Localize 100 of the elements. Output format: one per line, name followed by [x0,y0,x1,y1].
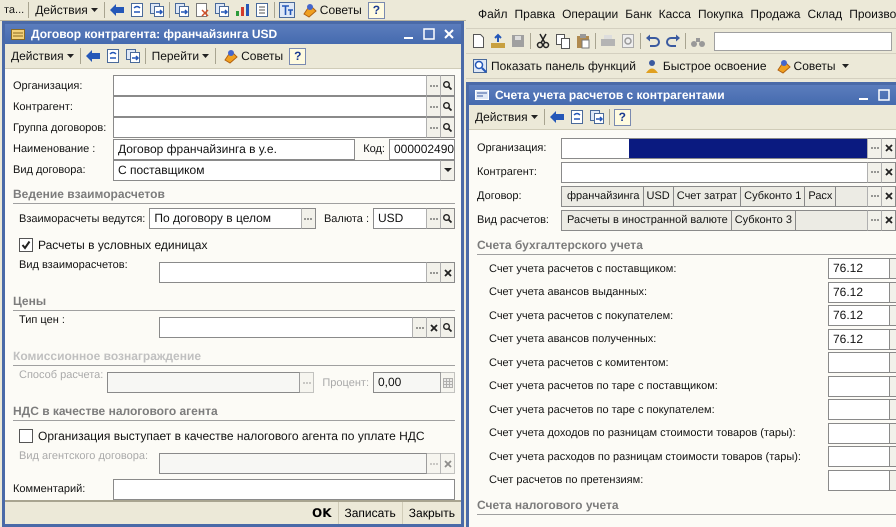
select-button[interactable] [889,446,896,468]
arrow-icon[interactable] [548,109,565,125]
clear-button[interactable] [881,162,896,182]
text-field[interactable] [113,117,427,138]
documents-icon[interactable] [148,2,165,18]
text-field[interactable] [828,422,890,444]
text-field[interactable]: 76.12 [828,305,890,326]
text-field[interactable] [159,453,427,474]
clear-button[interactable] [440,262,455,284]
help-button[interactable]: ? [289,48,306,64]
text-field[interactable] [113,478,455,500]
select-button[interactable] [889,282,896,303]
select-button[interactable] [889,328,896,350]
text-field[interactable]: USD [373,208,427,230]
text-field[interactable] [159,317,413,338]
search-button[interactable] [440,317,455,338]
text-field[interactable]: Расчеты в иностранной валюте Субконто 3 [561,210,868,230]
text-field[interactable]: Договор франчайзинга в у.е. [113,138,356,160]
text-field[interactable] [828,399,890,420]
text-field[interactable]: 76.12 [828,258,890,280]
menu-item[interactable]: Произво [849,7,896,21]
search-button[interactable] [440,117,455,138]
maximize-icon[interactable] [423,28,435,40]
toolbar-button[interactable]: Показать панель функций [470,58,638,74]
document-icon[interactable] [470,33,486,49]
select-button[interactable] [889,376,896,397]
text-field[interactable]: С поставщиком [113,160,441,181]
clipboard-icon[interactable] [575,33,591,49]
document-icon[interactable] [568,109,585,125]
clear-button[interactable] [881,138,896,158]
text-field[interactable]: 76.12 [828,282,890,303]
toolbar-button[interactable]: Советы [772,58,838,74]
text-field[interactable] [561,162,868,182]
checkbox[interactable] [19,428,33,443]
tips-button[interactable]: Советы [220,48,286,64]
clear-button[interactable] [426,317,441,338]
menu-item[interactable]: Продажа [750,7,800,21]
upload-icon[interactable] [490,33,506,49]
undo-icon[interactable] [645,33,661,49]
select-button[interactable] [889,305,896,326]
arrow-icon[interactable] [108,2,125,18]
scissors-icon[interactable] [535,33,551,49]
text-field[interactable]: По договору в целом [149,208,302,230]
text-field[interactable] [159,262,427,284]
copy-icon[interactable] [555,33,571,49]
help-button[interactable]: ? [614,108,631,126]
caret-icon[interactable] [842,64,849,68]
clear-button[interactable] [881,210,896,230]
maximize-icon[interactable] [878,89,890,101]
documents-icon[interactable] [124,48,141,64]
actions-menu[interactable]: Действия [33,3,100,17]
document-icon[interactable] [128,2,145,18]
menu-item[interactable]: Файл [478,7,508,21]
dialog-button[interactable]: OK [306,502,338,524]
text-field[interactable]: 000002490 [389,138,455,160]
search-button[interactable] [440,208,455,230]
preview-icon[interactable] [620,33,636,49]
arrow-icon[interactable] [84,48,101,64]
select-button[interactable] [889,422,896,444]
menu-item[interactable]: Банк [625,7,652,21]
search-field[interactable] [714,32,892,50]
list-icon[interactable] [254,2,270,18]
text-field[interactable] [828,376,890,397]
documents-icon[interactable] [174,2,190,18]
text-field[interactable] [828,446,890,468]
window-tab[interactable]: та... [4,4,24,16]
font-icon[interactable] [278,2,295,18]
toolbar-button[interactable]: Быстрое освоение [642,58,769,74]
select-button[interactable] [300,208,316,230]
select-button[interactable] [889,258,896,280]
menu-item[interactable]: Правка [514,7,556,21]
text-field[interactable] [828,352,890,374]
document-icon[interactable] [194,2,210,18]
search-button[interactable] [440,75,455,96]
go-to-menu[interactable]: Перейти [150,49,212,63]
text-field[interactable]: франчайзинга USD Счет затрат Субконто 1 Расх [561,186,868,206]
dropdown-button[interactable] [440,160,455,181]
close-icon[interactable] [443,28,455,40]
menu-item[interactable]: Операции [562,7,618,21]
actions-menu[interactable]: Действия [9,49,76,63]
text-field[interactable] [828,470,890,491]
dialog-button[interactable]: Закрыть [402,502,461,524]
select-button[interactable] [889,352,896,374]
text-field[interactable] [113,75,427,96]
tips-button[interactable]: Советы [298,2,364,18]
menu-item[interactable]: Покупка [698,7,744,21]
documents-icon[interactable] [588,109,605,125]
text-field[interactable] [561,138,868,158]
text-field[interactable] [107,372,300,394]
document-icon[interactable] [104,48,121,64]
help-button[interactable]: ? [368,2,386,18]
text-field[interactable] [113,96,427,118]
text-field[interactable]: 76.12 [828,328,890,350]
menu-item[interactable]: Склад [807,7,842,21]
dialog-button[interactable]: Записать [338,502,402,524]
checkbox[interactable] [19,238,33,252]
documents-icon[interactable] [214,2,230,18]
select-button[interactable] [889,470,896,491]
redo-icon[interactable] [665,33,681,49]
actions-menu[interactable]: Действия [473,110,540,124]
